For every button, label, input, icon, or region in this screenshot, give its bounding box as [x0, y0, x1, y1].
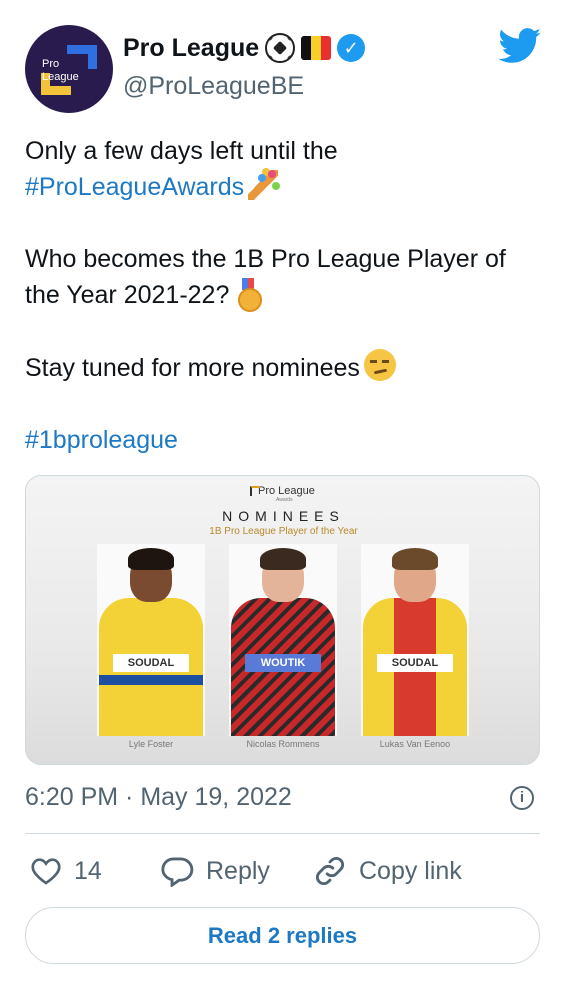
hashtag-proleagueawards[interactable]: #ProLeagueAwards [25, 173, 244, 201]
reply-button[interactable]: Reply [160, 852, 270, 890]
nominee-photo-1: SOUDAL [97, 544, 205, 736]
reply-label: Reply [206, 856, 270, 885]
tweet-text: Only a few days left until the #ProLeagu… [25, 133, 540, 458]
tweet-media-image[interactable]: Pro League Awards NOMINEES 1B Pro League… [25, 475, 540, 765]
tweet-line-5: Stay tuned for more nominees [25, 349, 540, 386]
avatar-logo-line1: Pro [42, 58, 60, 70]
like-button[interactable]: 14 [30, 852, 102, 890]
media-logo-subtext: Awards [276, 497, 293, 503]
jersey-sponsor: SOUDAL [113, 654, 189, 672]
copy-link-button[interactable]: Copy link [313, 852, 462, 890]
tweet-card: Pro League Pro League ✓ @ProLeagueBE Onl… [0, 0, 565, 993]
avatar-logo-text: Pro League [42, 58, 79, 84]
media-subheading: 1B Pro League Player of the Year [209, 526, 358, 537]
read-replies-button[interactable]: Read 2 replies [25, 907, 540, 964]
sports-medal-icon [233, 278, 263, 312]
belgium-flag-icon [301, 36, 332, 60]
party-popper-icon [248, 170, 279, 200]
link-icon [316, 857, 344, 885]
tweet-line-6: #1bproleague [25, 422, 540, 458]
twitter-bird-icon[interactable] [498, 28, 542, 64]
avatar[interactable]: Pro League [25, 25, 113, 113]
tweet-line-4-text: the Year 2021-22? [25, 281, 230, 309]
divider [25, 833, 540, 834]
media-logo: Pro League Awards [250, 485, 315, 503]
tweet-line-1: Only a few days left until the [25, 137, 338, 165]
player-hair [260, 548, 306, 570]
tweet-line-4: the Year 2021-22? [25, 277, 540, 313]
media-logo-text: Pro League [258, 485, 315, 497]
reply-bubble-icon [161, 857, 194, 887]
nominee-name-3: Lukas Van Eenoo [379, 739, 451, 749]
hashtag-1bproleague[interactable]: #1bproleague [25, 426, 178, 454]
name-row: Pro League ✓ [123, 30, 366, 66]
avatar-logo-line2: League [42, 71, 79, 83]
tweet-line-3: Who becomes the 1B Pro League Player of [25, 245, 506, 273]
handle[interactable]: @ProLeagueBE [123, 72, 304, 101]
nominee-photo-2: WOUTIK [229, 544, 337, 736]
tweet-line-2: #ProLeagueAwards [25, 169, 540, 205]
copy-link-label: Copy link [359, 856, 462, 885]
verified-badge-icon: ✓ [337, 34, 366, 62]
display-name[interactable]: Pro League [123, 34, 259, 63]
player-hair [128, 548, 174, 570]
player-hair [392, 548, 438, 570]
smirking-face-icon [363, 349, 396, 381]
tweet-timestamp[interactable]: 6:20 PM · May 19, 2022 [25, 783, 292, 812]
heart-icon [31, 858, 61, 885]
nominee-photo-3: SOUDAL [361, 544, 469, 736]
nominee-name-1: Lyle Foster [128, 739, 174, 749]
info-icon[interactable]: i [510, 786, 534, 810]
tweet-line-5-text: Stay tuned for more nominees [25, 354, 360, 382]
like-count: 14 [74, 856, 102, 885]
soccer-ball-icon [265, 33, 296, 63]
media-heading: NOMINEES [222, 508, 345, 524]
jersey-sponsor: SOUDAL [377, 654, 453, 672]
jersey-sponsor: WOUTIK [245, 654, 321, 672]
pro-league-logo-icon [250, 486, 260, 496]
nominee-name-2: Nicolas Rommens [246, 739, 320, 749]
